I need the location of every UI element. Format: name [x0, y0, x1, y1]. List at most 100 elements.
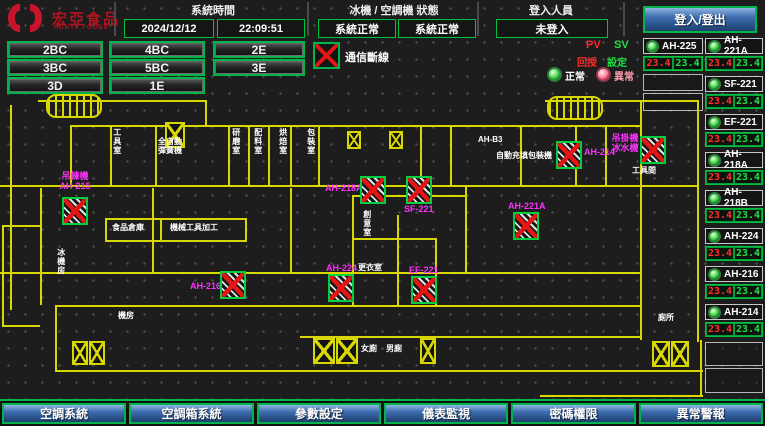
wall	[700, 340, 702, 397]
room-label: AH-B3	[478, 136, 502, 145]
unit-label: AH-218B	[724, 187, 760, 209]
sv-value: 23.4	[734, 171, 762, 184]
hmi-screen: 宏亞食品 HUNYA FOODS 系統時間 2024/12/12 22:09:5…	[0, 0, 765, 426]
room-label: 更衣室	[358, 264, 382, 273]
stairs-icon	[46, 94, 102, 118]
sv-value: 23.4	[734, 323, 762, 336]
equip-label-ah-218a: AH-218A	[325, 184, 363, 194]
unit-status-led	[708, 268, 721, 281]
unit-ah-225[interactable]: AH-225	[643, 38, 703, 54]
nav-abnormal-alarm-button[interactable]: 異常警報	[639, 403, 763, 424]
empty-unit-slot	[705, 342, 763, 366]
nav-parameter-settings-button[interactable]: 參數設定	[257, 403, 381, 424]
floor-button-1e[interactable]: 1E	[109, 77, 205, 94]
nav-ac-system-button[interactable]: 空調系統	[2, 403, 126, 424]
machine-status-label: 冰機 / 空調機 狀態	[310, 2, 478, 18]
room-label: 工具間	[632, 167, 656, 176]
wall	[105, 240, 247, 242]
equip-ah-215-icon[interactable]	[62, 197, 88, 225]
unit-label: SF-221	[724, 79, 757, 90]
wall	[10, 105, 12, 310]
floor-button-2bc[interactable]: 2BC	[7, 41, 103, 58]
pv-value: 23.4	[706, 247, 734, 260]
unit-ah-216-values: 23.423.4	[705, 284, 763, 299]
floor-button-3e[interactable]: 3E	[213, 59, 305, 76]
equip-ah-214-icon[interactable]	[556, 141, 582, 169]
unit-status-led	[708, 154, 721, 167]
room-label: 機械工具加工	[170, 224, 218, 233]
sv-value: 23.4	[734, 95, 762, 108]
room-label: 食品倉庫	[112, 224, 144, 233]
bottom-nav: 空調系統 空調箱系統 參數設定 儀表監視 密碼權限 異常警報	[0, 399, 765, 426]
unit-label: AH-218A	[724, 149, 760, 171]
wall	[268, 125, 270, 187]
pv-value: 23.4	[706, 323, 734, 336]
unit-ah-221a[interactable]: AH-221A	[705, 38, 763, 54]
unit-ah-214[interactable]: AH-214	[705, 304, 763, 320]
nav-password-permission-button[interactable]: 密碼權限	[511, 403, 635, 424]
ahu-status-value: 系統正常	[398, 19, 476, 38]
unit-label: AH-224	[724, 231, 758, 242]
equip-ah-221a-icon[interactable]	[513, 212, 539, 240]
wall	[155, 125, 157, 187]
unit-label: AH-216	[724, 269, 758, 280]
wall	[2, 325, 40, 327]
elevator-icon	[336, 338, 358, 364]
wall	[397, 215, 399, 305]
unit-ah-224[interactable]: AH-224	[705, 228, 763, 244]
equip-hoist-icon[interactable]	[640, 136, 666, 164]
wall	[105, 218, 107, 242]
equip-ah-216-icon[interactable]	[220, 271, 246, 299]
unit-ah-216[interactable]: AH-216	[705, 266, 763, 282]
sv-value: 23.4	[734, 133, 762, 146]
wall	[0, 272, 640, 274]
pv-value: 23.4	[706, 57, 734, 70]
sv-value: 23.4	[734, 57, 762, 70]
wall	[318, 125, 320, 187]
floor-button-3bc[interactable]: 3BC	[7, 59, 103, 76]
nav-ahu-system-button[interactable]: 空調箱系統	[129, 403, 253, 424]
shaft-icon	[420, 338, 436, 364]
pv-name-label: 回授	[577, 54, 597, 69]
unit-ah-218b[interactable]: AH-218B	[705, 190, 763, 206]
divider	[477, 2, 479, 36]
unit-sf-221[interactable]: SF-221	[705, 76, 763, 92]
unit-sf-221-values: 23.423.4	[705, 94, 763, 109]
wall	[2, 225, 40, 227]
equip-sf-221-icon[interactable]	[406, 176, 432, 204]
header: 宏亞食品 HUNYA FOODS 系統時間 2024/12/12 22:09:5…	[0, 0, 765, 40]
elevator-icon	[671, 341, 689, 367]
floor-button-2e[interactable]: 2E	[213, 41, 305, 58]
equip-ef-221-icon[interactable]	[411, 276, 437, 304]
wall	[450, 125, 452, 187]
sv-value: 23.4	[734, 247, 762, 260]
room-label: 創意室	[362, 210, 371, 237]
equip-label-sf-221: SF-221	[404, 205, 434, 215]
unit-ah-218a-values: 23.423.4	[705, 170, 763, 185]
pv-value: 23.4	[706, 133, 734, 146]
nav-instrument-monitor-button[interactable]: 儀表監視	[384, 403, 508, 424]
divider	[114, 2, 116, 36]
floor-button-5bc[interactable]: 5BC	[109, 59, 205, 76]
pv-value: 23.4	[706, 285, 734, 298]
room-label: 烘焙室	[278, 128, 287, 155]
sv-value: 23.4	[734, 285, 762, 298]
pv-value: 23.4	[706, 95, 734, 108]
system-date-value: 2024/12/12	[124, 19, 214, 38]
abnormal-legend-label: 異常	[614, 68, 634, 83]
shaft-icon	[72, 341, 88, 365]
unit-ef-221[interactable]: EF-221	[705, 114, 763, 130]
room-label: 研磨室	[231, 128, 240, 155]
unit-ah-218a[interactable]: AH-218A	[705, 152, 763, 168]
sv-value: 23.4	[673, 57, 702, 70]
unit-status-led	[708, 306, 721, 319]
equip-ah-224-icon[interactable]	[328, 274, 354, 302]
floor-button-4bc[interactable]: 4BC	[109, 41, 205, 58]
floor-button-3d[interactable]: 3D	[7, 77, 103, 94]
unit-ah-225-values: 23.423.4	[643, 56, 703, 71]
login-logout-button[interactable]: 登入/登出	[643, 6, 757, 33]
empty-unit-slot	[643, 93, 703, 111]
equip-ah-218a-icon[interactable]	[360, 176, 386, 204]
wall	[105, 218, 247, 220]
room-label: 工具室	[112, 128, 121, 155]
